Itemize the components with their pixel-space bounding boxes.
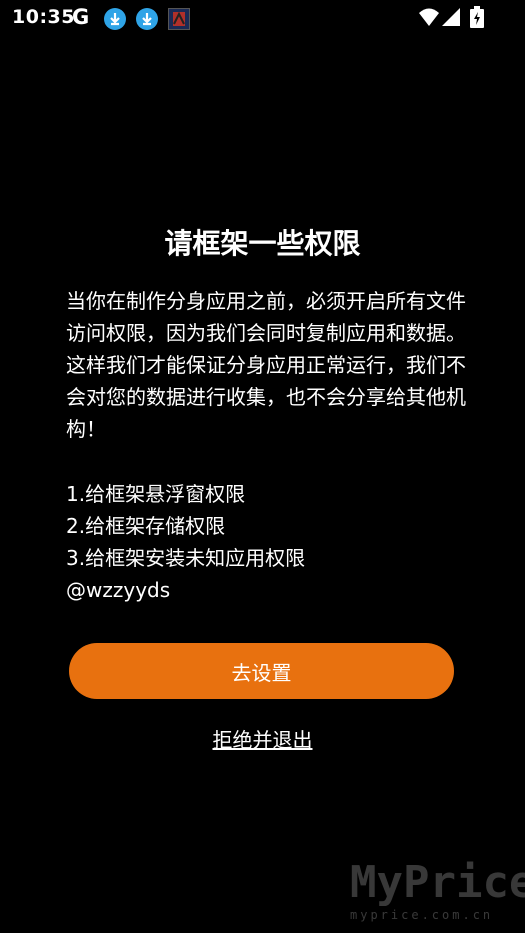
author-tag: @wzzyyds [66, 578, 171, 602]
watermark: MyPrice myprice.com.cn [350, 858, 525, 933]
signal-icon [442, 8, 460, 30]
permission-description: 当你在制作分身应用之前，必须开启所有文件访问权限，因为我们会同时复制应用和数据。… [66, 289, 466, 441]
download-icon [136, 8, 158, 30]
dialog-title: 请框架一些权限 [164, 227, 361, 260]
wifi-icon [419, 8, 439, 30]
app-notification-icon [168, 8, 190, 30]
watermark-brand: MyPrice [350, 857, 525, 908]
reject-exit-link[interactable]: 拒绝并退出 [0, 724, 525, 753]
google-icon: G [72, 5, 90, 29]
permission-item: 2.给框架存储权限 [66, 514, 226, 538]
status-bar: 10:35 G [0, 0, 525, 36]
download-icon [104, 8, 126, 30]
permission-item: 3.给框架安装未知应用权限 [66, 546, 306, 570]
go-settings-button[interactable]: 去设置 [69, 643, 454, 699]
status-time: 10:35 [12, 6, 75, 28]
permission-list: 1.给框架悬浮窗权限 2.给框架存储权限 3.给框架安装未知应用权限 @wzzy… [66, 478, 466, 606]
watermark-url: myprice.com.cn [350, 908, 494, 922]
battery-charging-icon [470, 6, 484, 32]
permission-item: 1.给框架悬浮窗权限 [66, 482, 246, 506]
